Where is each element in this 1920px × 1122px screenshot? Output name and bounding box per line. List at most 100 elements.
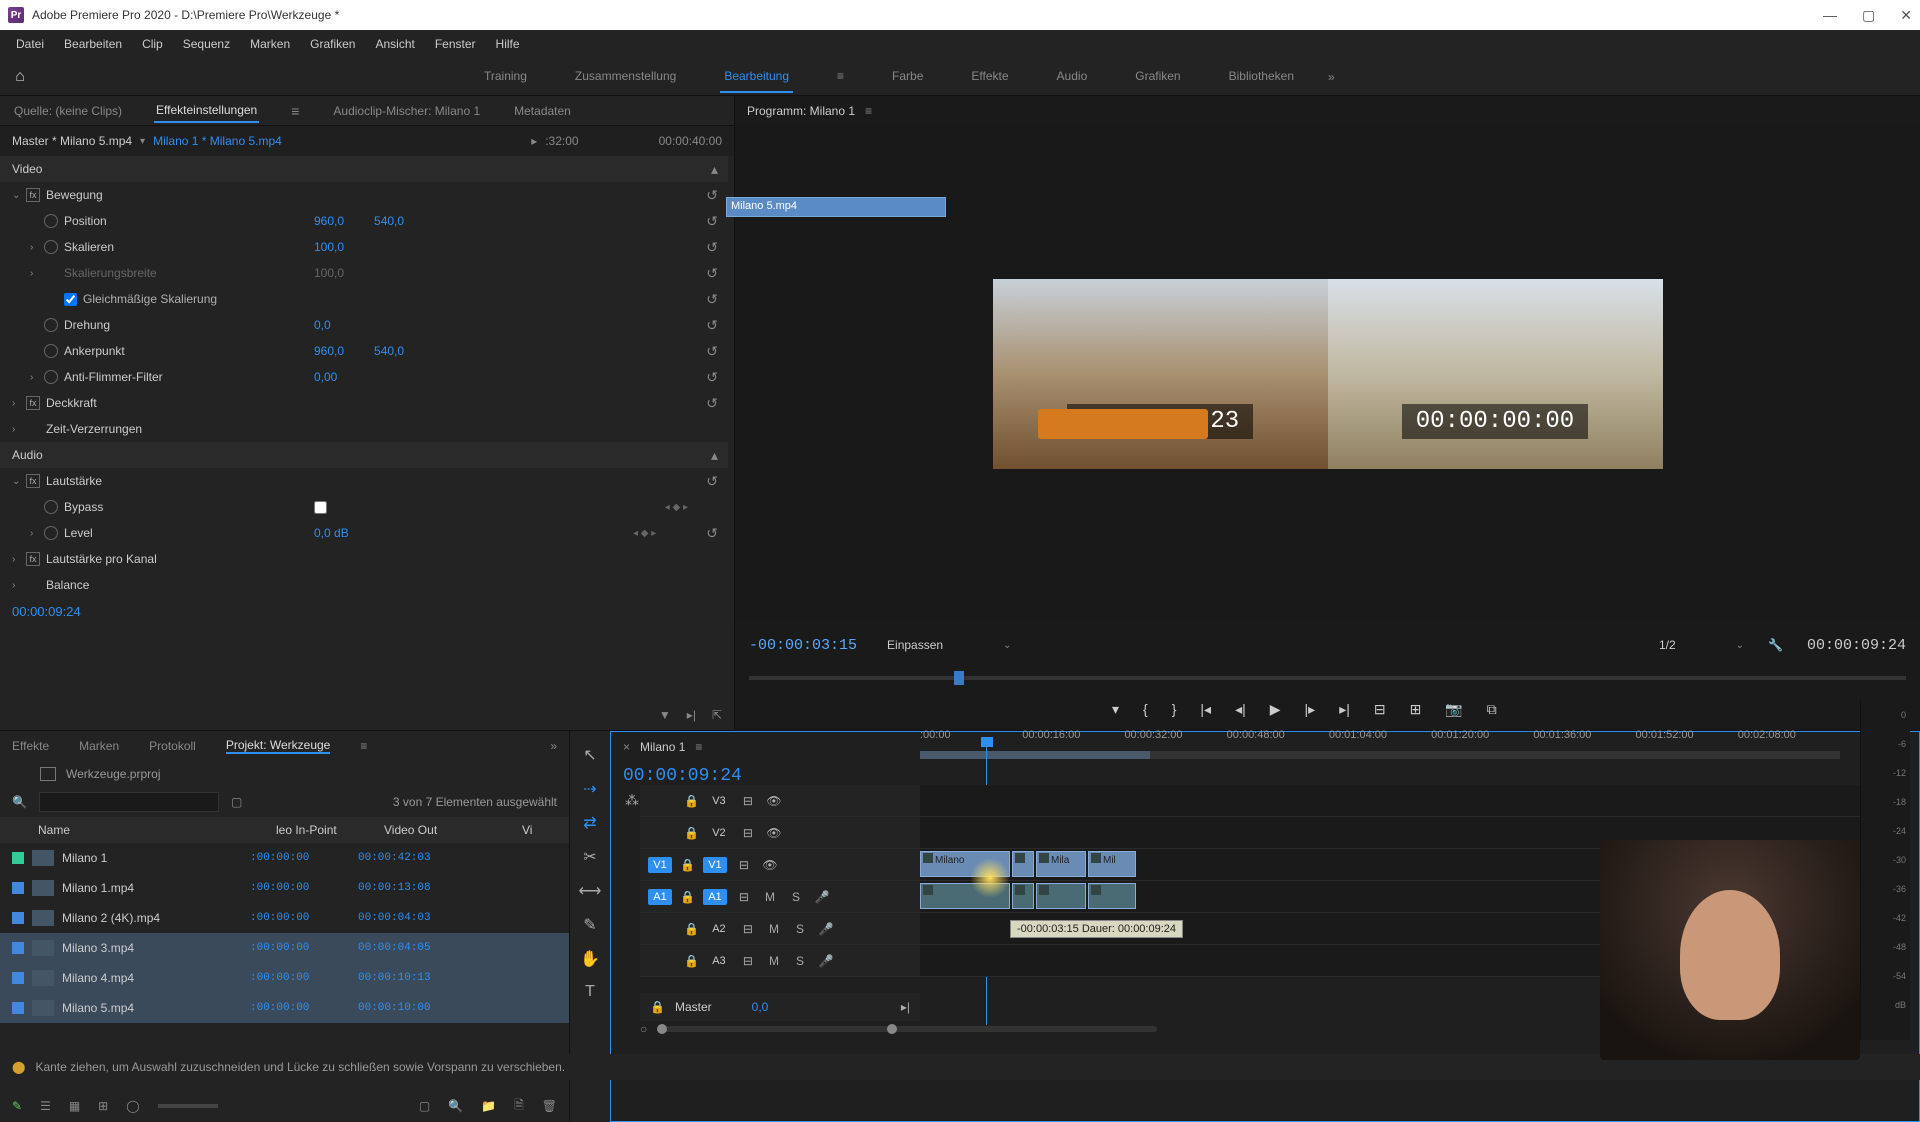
project-item[interactable]: Milano 1.mp4 :00:00:00 00:00:13:08 [0,873,569,903]
project-item[interactable]: Milano 5.mp4 :00:00:00 00:00:10:00 [0,993,569,1023]
mute-button[interactable]: M [761,890,779,904]
slip-tool[interactable]: ⟷ [579,881,602,901]
lock-icon[interactable]: 🔒 [650,1000,665,1014]
collapse-icon[interactable]: ▴ [711,447,718,464]
fx-timecode[interactable]: 00:00:09:24 [0,598,728,625]
tab-project[interactable]: Projekt: Werkzeuge [226,738,331,754]
lock-icon[interactable]: 🔒 [684,794,699,808]
reset-icon[interactable]: ↺ [706,395,718,412]
reset-icon[interactable]: ↺ [706,265,718,282]
stopwatch-icon[interactable] [44,370,58,384]
menu-sequenz[interactable]: Sequenz [173,33,240,55]
folder-icon[interactable]: ▢ [231,795,242,809]
val-anchor-x[interactable]: 960,0 [314,344,344,358]
expand-icon[interactable]: › [12,424,26,435]
menu-bearbeiten[interactable]: Bearbeiten [54,33,132,55]
program-offset-tc[interactable]: -00:00:03:15 [749,637,857,654]
expand-icon[interactable]: › [12,580,26,591]
reset-icon[interactable]: ↺ [706,291,718,308]
project-item[interactable]: Milano 3.mp4 :00:00:00 00:00:04:05 [0,933,569,963]
selection-tool[interactable]: ↖ [583,745,596,765]
lift-button[interactable]: ⊟ [1374,701,1386,718]
skip-icon[interactable]: ▸| [901,1000,910,1014]
delete-icon[interactable]: 🗑 [542,1099,557,1113]
go-to-in-button[interactable]: |◂ [1200,701,1211,718]
reset-icon[interactable]: ↺ [706,369,718,386]
expand-icon[interactable]: ⌄ [12,190,26,201]
find-icon[interactable]: 🔍 [448,1099,463,1113]
pen-tool[interactable]: ✎ [583,915,596,935]
comparison-button[interactable]: ⧉ [1487,701,1497,718]
expand-icon[interactable]: › [30,528,44,539]
source-patch[interactable]: V1 [648,857,672,873]
project-item[interactable]: Milano 2 (4K).mp4 :00:00:00 00:00:04:03 [0,903,569,933]
uniform-scale-checkbox[interactable] [64,293,77,306]
fx-sequence-clip[interactable]: Milano 1 * Milano 5.mp4 [153,134,282,148]
sequence-name[interactable]: Milano 1 [640,740,685,754]
menu-hilfe[interactable]: Hilfe [486,33,530,55]
ws-zusammenstellung[interactable]: Zusammenstellung [571,61,680,93]
voiceover-icon[interactable]: 🎤 [817,954,835,968]
mute-button[interactable]: M [765,922,783,936]
reset-icon[interactable]: ↺ [706,213,718,230]
expand-icon[interactable]: › [12,398,26,409]
video-clip[interactable]: Mila [1036,851,1086,877]
solo-button[interactable]: S [791,954,809,968]
val-pos-x[interactable]: 960,0 [314,214,344,228]
expand-icon[interactable]: › [30,372,44,383]
panel-menu-icon[interactable]: ≡ [695,740,702,754]
ripple-edit-tool[interactable]: ⇄ [583,813,596,833]
program-duration-tc[interactable]: 00:00:09:24 [1807,637,1906,654]
ws-bibliotheken[interactable]: Bibliotheken [1225,61,1298,93]
solo-button[interactable]: S [787,890,805,904]
maximize-button[interactable]: ▢ [1862,7,1875,24]
col-v[interactable]: Vi [522,823,532,837]
ws-overflow-icon[interactable]: » [1328,70,1335,84]
project-item[interactable]: Milano 1 :00:00:00 00:00:42:03 [0,843,569,873]
val-rotation[interactable]: 0,0 [314,318,331,332]
track-content[interactable] [920,785,1860,817]
stopwatch-icon[interactable] [44,214,58,228]
audio-clip[interactable] [1088,883,1136,909]
sync-lock-icon[interactable]: ⊟ [739,826,757,840]
lock-icon[interactable]: 🔒 [684,922,699,936]
val-pos-y[interactable]: 540,0 [374,214,404,228]
voiceover-icon[interactable]: 🎤 [817,922,835,936]
project-item[interactable]: Milano 4.mp4 :00:00:00 00:00:10:13 [0,963,569,993]
expand-icon[interactable]: ⌄ [12,476,26,487]
reset-icon[interactable]: ↺ [706,343,718,360]
zoom-slider[interactable] [158,1104,218,1108]
new-item-icon[interactable]: 📁 [481,1099,496,1113]
keyframe-nav[interactable]: ◂ ◆ ▸ [633,528,656,539]
track-header-a1[interactable]: A1 🔒 A1 ⊟ M S 🎤 [640,881,920,913]
freeform-icon[interactable]: ⊞ [98,1099,108,1113]
col-name[interactable]: Name [38,823,268,837]
audio-clip[interactable] [920,883,1010,909]
extract-button[interactable]: ⊞ [1410,701,1422,718]
track-target[interactable]: A1 [703,889,727,905]
sync-lock-icon[interactable]: ⊟ [735,890,753,904]
export-frame-button[interactable]: 📷 [1445,701,1462,718]
ws-bearbeitung[interactable]: Bearbeitung [720,61,793,93]
fx-toggle[interactable]: fx [26,552,40,566]
menu-datei[interactable]: Datei [6,33,54,55]
lock-icon[interactable]: 🔒 [680,890,695,904]
expand-icon[interactable]: › [30,268,44,279]
fx-toggle[interactable]: fx [26,396,40,410]
audio-clip[interactable] [1012,883,1034,909]
chevron-down-icon[interactable]: ▾ [140,136,145,147]
chevron-down-icon[interactable]: ⌄ [1003,640,1011,651]
val-scale[interactable]: 100,0 [314,240,344,254]
source-patch[interactable]: A1 [648,889,672,905]
go-to-out-button[interactable]: ▸| [1339,701,1350,718]
timeline-scrub[interactable] [920,751,1840,759]
add-marker-button[interactable]: ▾ [1112,701,1119,718]
sync-lock-icon[interactable]: ⊟ [735,858,753,872]
new-bin-icon[interactable]: ▢ [419,1099,430,1113]
prop-deckkraft[interactable]: Deckkraft [46,396,296,410]
play-icon[interactable]: ▸ [531,134,537,148]
tab-audio-mixer[interactable]: Audioclip-Mischer: Milano 1 [331,100,482,122]
sync-lock-icon[interactable]: ⊟ [739,922,757,936]
stopwatch-icon[interactable] [44,344,58,358]
prop-balance[interactable]: Balance [46,578,296,592]
